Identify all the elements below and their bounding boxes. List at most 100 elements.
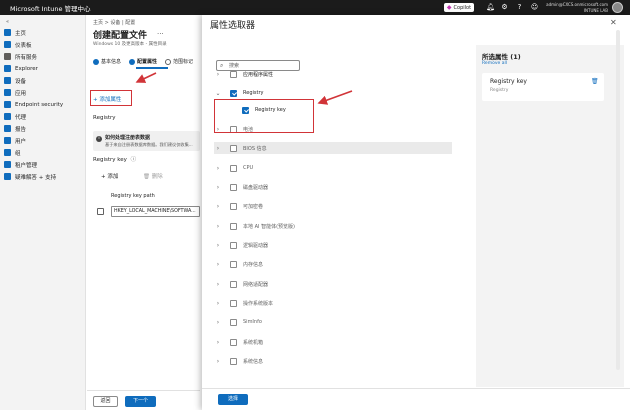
tree-checkbox[interactable]	[230, 318, 237, 326]
breadcrumb[interactable]: 主页 > 设备 | 配置	[93, 19, 135, 26]
column-header-registry-key-path[interactable]: Registry key path	[111, 193, 155, 199]
chevron-right-icon[interactable]: ›	[214, 281, 222, 288]
step-basics[interactable]: 基本信息	[93, 58, 121, 65]
tree-row[interactable]: › 操作系统版本	[214, 297, 450, 309]
nav-item[interactable]: 应用	[4, 88, 84, 97]
tree-checkbox[interactable]	[230, 338, 237, 346]
tree-checkbox[interactable]	[230, 144, 237, 152]
chevron-down-icon[interactable]: ⌄	[214, 90, 222, 97]
back-button[interactable]: 返回	[93, 396, 118, 407]
delete-row-button[interactable]: 🗑︎ 删除	[143, 172, 163, 180]
help-icon[interactable]: ?	[515, 3, 524, 12]
nav-item-icon	[4, 125, 11, 132]
close-icon[interactable]: ✕	[610, 18, 617, 27]
step-configuration[interactable]: 配置属性	[129, 58, 157, 65]
tree-row[interactable]: › 磁盘驱动器	[214, 181, 450, 193]
app-title[interactable]: Microsoft Intune 管理中心	[10, 3, 91, 13]
tree-checkbox[interactable]	[230, 280, 237, 288]
bell-icon[interactable]: 🔔︎	[486, 3, 495, 12]
tree-checkbox[interactable]	[230, 241, 237, 249]
wizard-footer: 返回 下一个	[87, 390, 200, 410]
avatar[interactable]	[612, 2, 623, 13]
nav-item[interactable]: 代理	[4, 112, 84, 121]
copilot-button[interactable]: ◆ Copilot	[444, 3, 474, 12]
tree-row[interactable]: › CPU	[214, 162, 450, 174]
tree-checkbox[interactable]	[230, 222, 237, 230]
chevron-right-icon[interactable]: ›	[214, 358, 222, 365]
tree-row[interactable]: › 本地 AI 智能体(预览版)	[214, 220, 450, 232]
annotation-highlight-box	[90, 90, 132, 106]
info-title: 如何处理注册表数据	[105, 135, 151, 141]
step-scope-tags[interactable]: 范围标记	[165, 58, 193, 65]
tree-row[interactable]: › 网络适配器	[214, 278, 450, 290]
tree-checkbox[interactable]	[230, 260, 237, 268]
tree-checkbox[interactable]	[230, 357, 237, 365]
nav-item-label: Endpoint security	[15, 101, 64, 108]
scrollbar[interactable]	[616, 30, 620, 370]
gear-icon[interactable]: ⚙	[500, 3, 509, 12]
tree-row[interactable]: › 逻辑驱动器	[214, 239, 450, 251]
tree-checkbox[interactable]	[230, 299, 237, 307]
nav-item[interactable]: 设备	[4, 76, 84, 85]
next-button[interactable]: 下一个	[125, 396, 156, 407]
chevron-right-icon[interactable]: ›	[214, 223, 222, 230]
nav-item[interactable]: 租户管理	[4, 160, 84, 169]
chevron-right-icon[interactable]: ›	[214, 184, 222, 191]
select-button[interactable]: 选择	[218, 394, 248, 405]
chevron-right-icon[interactable]: ›	[214, 261, 222, 268]
left-nav: « 主页仪表板所有服务 Explorer 设备应用 Endpoint security…	[0, 15, 86, 410]
nav-item[interactable]: 报告	[4, 124, 84, 133]
selected-properties-title: 所选属性 (1)	[482, 53, 521, 61]
nav-item-icon	[4, 53, 11, 60]
tree-row[interactable]: › 系统信息	[214, 355, 450, 367]
chevron-right-icon[interactable]: ›	[214, 71, 222, 78]
chevron-right-icon[interactable]: ›	[214, 203, 222, 210]
chevron-right-icon[interactable]: ›	[214, 300, 222, 307]
more-options-icon[interactable]: ...	[157, 28, 164, 36]
remove-all-link[interactable]: Remove all	[482, 61, 507, 66]
tree-row[interactable]: › 应用程序属性	[214, 68, 450, 80]
step-configuration-label: 配置属性	[137, 59, 158, 65]
nav-item[interactable]: 用户	[4, 136, 84, 145]
tree-checkbox[interactable]	[230, 164, 237, 172]
tree-row[interactable]: › 可加密卷	[214, 200, 450, 212]
tree-row-label: 网络适配器	[243, 281, 269, 288]
add-row-button[interactable]: + 添加	[101, 172, 118, 180]
nav-item[interactable]: Endpoint security	[4, 100, 84, 109]
wizard-steps: 基本信息 配置属性 范围标记	[93, 58, 193, 65]
tree-row-label: 可加密卷	[243, 203, 264, 210]
tree-row-label: Registry	[243, 90, 264, 96]
chevron-right-icon[interactable]: ›	[214, 242, 222, 249]
nav-item[interactable]: 仪表板	[4, 40, 84, 49]
active-step-indicator	[136, 67, 168, 69]
collapse-nav-icon[interactable]: «	[6, 19, 9, 25]
nav-item[interactable]: 所有服务	[4, 52, 84, 61]
step-complete-icon	[93, 58, 99, 65]
property-picker-panel: 属性选取器 ✕ ⌕ ›应用程序属性⌄RegistryRegistry key›电…	[202, 15, 630, 410]
nav-item[interactable]: Explorer	[4, 64, 84, 73]
chevron-right-icon[interactable]: ›	[214, 319, 222, 326]
tree-row[interactable]: › BIOS 信息	[214, 142, 452, 154]
chevron-right-icon[interactable]: ›	[214, 339, 222, 346]
tree-row[interactable]: › 系统机箱	[214, 336, 450, 348]
chevron-right-icon[interactable]: ›	[214, 145, 222, 152]
registry-key-path-input[interactable]: HKEY_LOCAL_MACHINE\SOFTWA...	[111, 206, 200, 217]
tree-checkbox[interactable]	[230, 202, 237, 210]
nav-item-icon	[4, 137, 11, 144]
row-checkbox[interactable]	[97, 208, 104, 215]
nav-item-icon	[4, 77, 11, 84]
tree-row[interactable]: ⌄ Registry	[214, 87, 450, 99]
nav-item[interactable]: 组	[4, 148, 84, 157]
tree-row[interactable]: › 内存信息	[214, 258, 450, 270]
tree-checkbox[interactable]	[230, 70, 237, 78]
chevron-right-icon[interactable]: ›	[214, 165, 222, 172]
step-basics-label: 基本信息	[101, 59, 122, 65]
trash-icon[interactable]: 🗑︎	[591, 78, 599, 85]
nav-item[interactable]: 主页	[4, 28, 84, 37]
info-circle-icon[interactable]: ⓘ	[131, 157, 137, 163]
nav-item[interactable]: 疑难解答 + 支持	[4, 172, 84, 181]
tree-checkbox[interactable]	[230, 183, 237, 191]
tree-checkbox[interactable]	[230, 89, 237, 97]
tree-row[interactable]: › SimInfo	[214, 316, 450, 328]
user-info[interactable]: admin@CXCS.onmicrosoft.com INTUNE LAB	[530, 2, 608, 13]
